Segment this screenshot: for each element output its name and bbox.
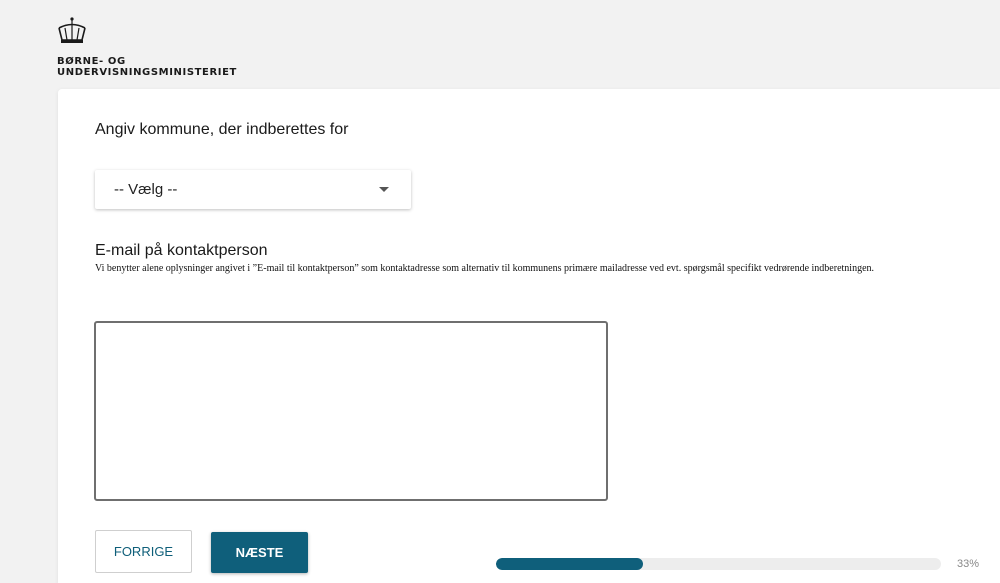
crown-icon xyxy=(58,17,86,43)
municipality-select-value: -- Vælg -- xyxy=(114,181,178,198)
progress-bar-fill xyxy=(496,558,643,570)
ministry-name-line1: BØRNE- OG xyxy=(57,56,126,67)
progress-percent-label: 33% xyxy=(957,558,980,570)
progress-bar xyxy=(496,558,941,570)
ministry-name-line2: UNDERVISNINGSMINISTERIET xyxy=(57,67,237,78)
email-question-label: E-mail på kontaktperson xyxy=(95,242,268,259)
dropdown-arrow-icon xyxy=(379,187,389,192)
municipality-question-label: Angiv kommune, der indberettes for xyxy=(95,121,349,138)
email-question-description: Vi benytter alene oplysninger angivet i … xyxy=(95,263,875,274)
ministry-name: BØRNE- OG UNDERVISNINGSMINISTERIET xyxy=(57,56,237,78)
page-header: BØRNE- OG UNDERVISNINGSMINISTERIET xyxy=(0,0,1000,90)
municipality-select[interactable]: -- Vælg -- xyxy=(95,170,411,209)
previous-button[interactable]: FORRIGE xyxy=(95,530,192,573)
contact-email-input[interactable] xyxy=(94,321,608,501)
next-button[interactable]: NÆSTE xyxy=(211,532,308,573)
